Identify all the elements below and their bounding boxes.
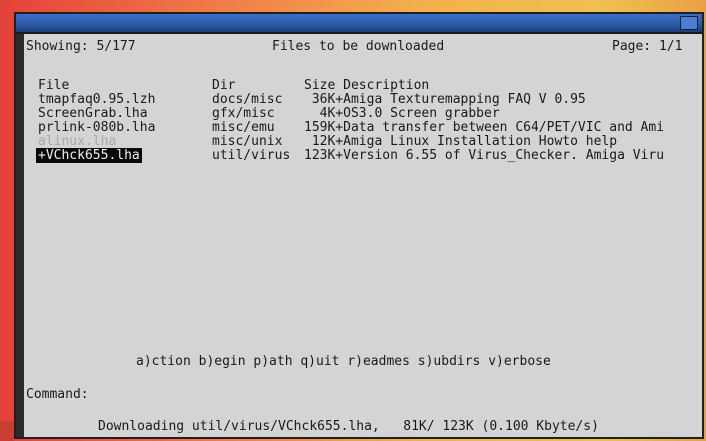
terminal-window[interactable]: Showing: 5/177 Files to be downloaded Pa…	[14, 12, 704, 439]
file-name[interactable]: alinux.lha	[38, 135, 116, 149]
showing-count: Showing: 5/177	[26, 39, 136, 54]
file-name[interactable]: prlink-080b.lha	[38, 121, 155, 135]
file-size-description: 36K+Amiga Texturemapping FAQ V 0.95	[304, 92, 586, 107]
window-left-border	[16, 34, 24, 437]
file-size-description: 12K+Amiga Linux Installation Howto help	[304, 134, 618, 149]
file-name[interactable]: ScreenGrab.lha	[38, 107, 148, 121]
file-size-description: 159K+Data transfer between C64/PET/VIC a…	[304, 120, 665, 135]
file-name[interactable]: +VChck655.lha	[36, 148, 142, 163]
selected-file-highlight[interactable]: +VChck655.lha	[36, 148, 142, 163]
file-name[interactable]: tmapfaq0.95.lzh	[38, 93, 155, 107]
download-status: Downloading util/virus/VChck655.lha, 81K…	[98, 419, 599, 434]
screen-heading: Files to be downloaded	[272, 39, 445, 54]
command-prompt[interactable]: Command:	[26, 388, 89, 402]
file-dir: gfx/misc	[212, 106, 275, 121]
page-indicator: Page: 1/1	[612, 39, 683, 54]
file-dir: misc/unix	[212, 134, 283, 149]
key-menu: a)ction b)egin p)ath q)uit r)eadmes s)ub…	[136, 354, 551, 369]
file-size-description: 4K+OS3.0 Screen grabber	[304, 106, 500, 121]
frame-corner	[0, 421, 14, 441]
column-header-dir: Dir	[212, 78, 236, 93]
file-dir: docs/misc	[212, 92, 283, 107]
file-dir: misc/emu	[212, 120, 275, 135]
depth-gadget-icon[interactable]	[680, 16, 698, 30]
file-dir: util/virus	[212, 148, 291, 163]
terminal-content: Showing: 5/177 Files to be downloaded Pa…	[26, 34, 698, 434]
file-size-description: 123K+Version 6.55 of Virus_Checker. Amig…	[304, 148, 665, 163]
column-header-size-description: Size Description	[304, 78, 430, 93]
window-titlebar[interactable]	[16, 14, 702, 34]
column-header-file: File	[38, 78, 70, 93]
